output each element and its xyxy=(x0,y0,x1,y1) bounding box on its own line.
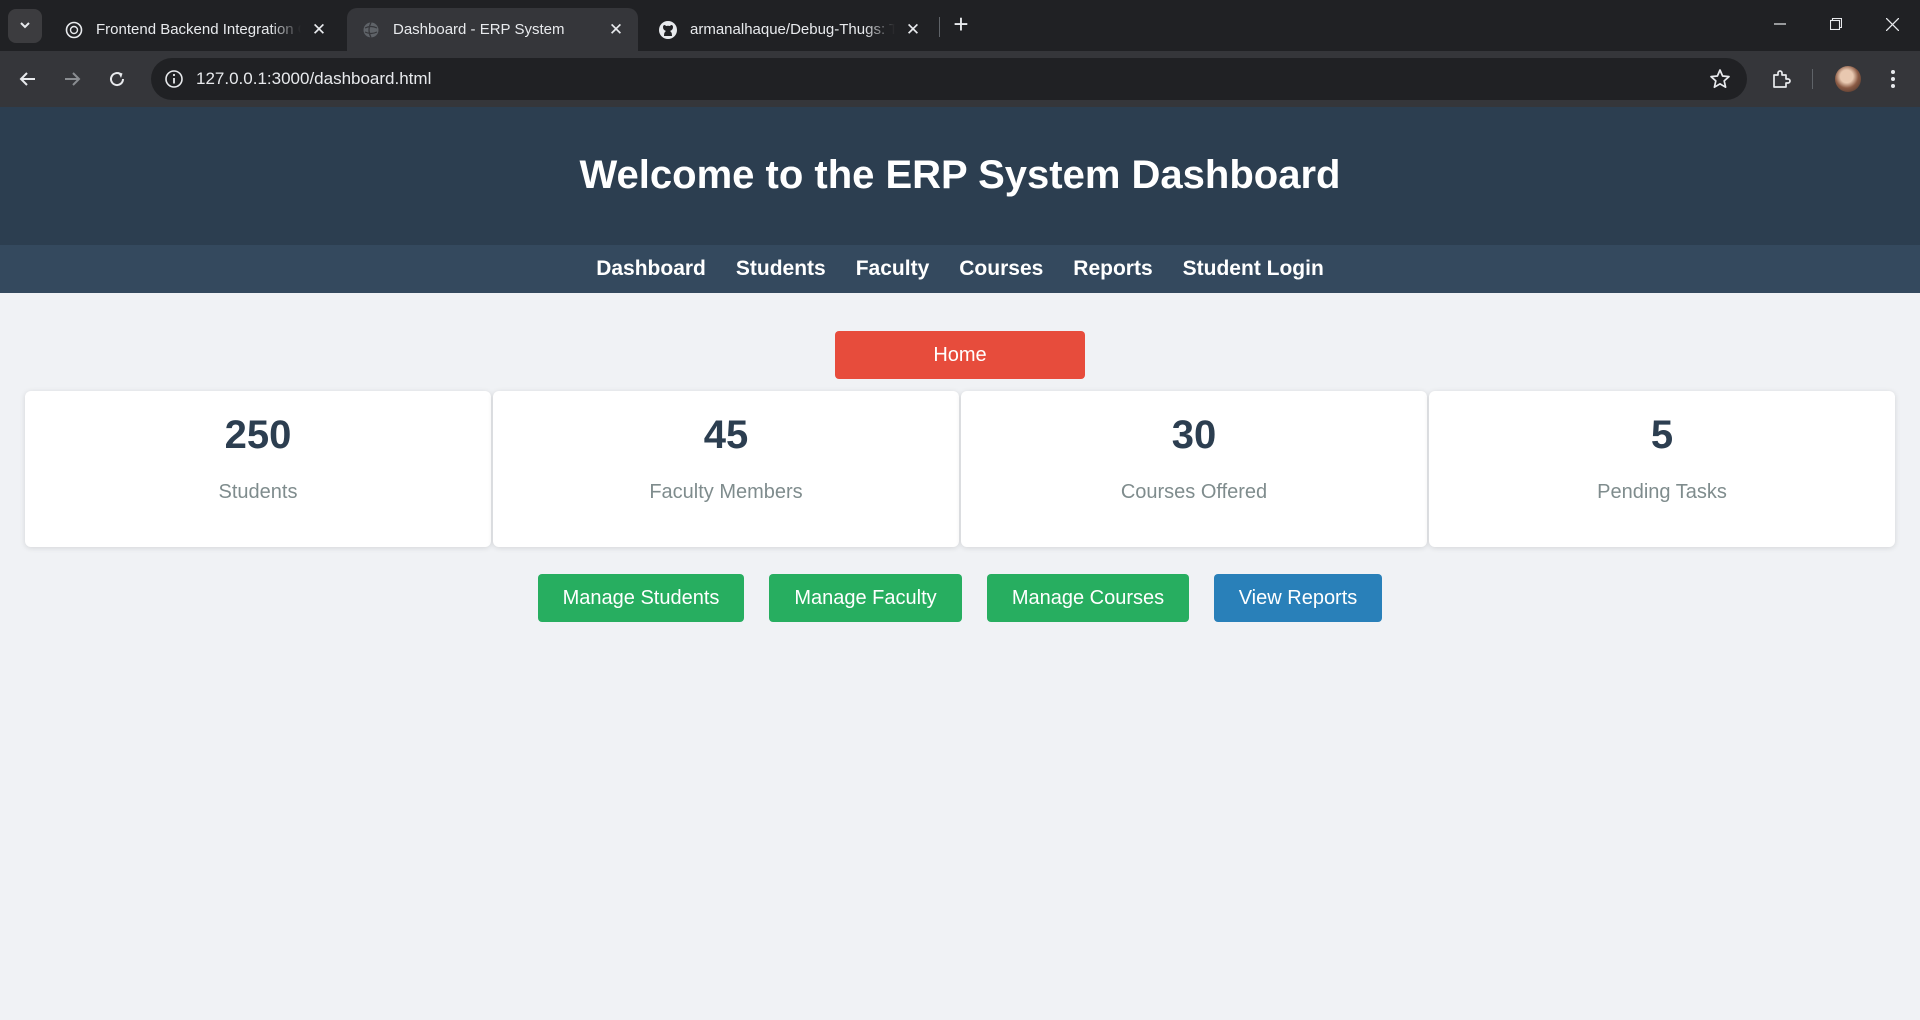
close-window-icon[interactable] xyxy=(1864,0,1920,48)
github-icon xyxy=(658,20,678,40)
toolbar-divider xyxy=(1812,69,1813,89)
chevron-down-icon xyxy=(18,18,32,35)
back-arrow-icon[interactable] xyxy=(12,63,44,95)
bookmark-star-icon[interactable] xyxy=(1709,68,1731,90)
profile-avatar[interactable] xyxy=(1835,66,1861,92)
page-title: Welcome to the ERP System Dashboard xyxy=(579,153,1341,197)
site-info-icon[interactable] xyxy=(164,69,184,89)
stat-label: Courses Offered xyxy=(1120,481,1268,503)
close-icon[interactable]: ✕ xyxy=(903,20,923,40)
stat-card-students: 250 Students xyxy=(25,391,491,547)
extensions-icon[interactable] xyxy=(1766,64,1796,94)
tab-separator xyxy=(939,17,940,37)
new-tab-button[interactable]: + xyxy=(947,11,975,39)
stat-card-courses: 30 Courses Offered xyxy=(961,391,1427,547)
page-header: Welcome to the ERP System Dashboard xyxy=(0,107,1920,245)
reload-icon[interactable] xyxy=(101,63,133,95)
manage-faculty-button[interactable]: Manage Faculty xyxy=(769,574,962,622)
restore-icon[interactable] xyxy=(1808,0,1864,48)
main-nav: Dashboard Students Faculty Courses Repor… xyxy=(0,245,1920,293)
stat-value: 5 xyxy=(1650,413,1674,457)
minimize-icon[interactable] xyxy=(1752,0,1808,48)
stat-value: 250 xyxy=(224,413,292,457)
browser-tab-active[interactable]: Dashboard - ERP System ✕ xyxy=(347,8,638,51)
tab-title: Frontend Backend Integration G xyxy=(96,21,301,38)
manage-courses-button[interactable]: Manage Courses xyxy=(987,574,1189,622)
tab-search-button[interactable] xyxy=(8,9,42,43)
forward-arrow-icon[interactable] xyxy=(56,63,88,95)
page-viewport: Welcome to the ERP System Dashboard Dash… xyxy=(0,107,1920,1020)
stat-value: 45 xyxy=(703,413,749,457)
stat-card-pending: 5 Pending Tasks xyxy=(1429,391,1895,547)
stat-label: Pending Tasks xyxy=(1597,481,1727,503)
nav-reports[interactable]: Reports xyxy=(1073,257,1152,281)
home-button[interactable]: Home xyxy=(835,331,1085,379)
nav-courses[interactable]: Courses xyxy=(959,257,1043,281)
view-reports-button[interactable]: View Reports xyxy=(1214,574,1382,622)
nav-student-login[interactable]: Student Login xyxy=(1183,257,1324,281)
stats-cards: 250 Students 45 Faculty Members 30 Cours… xyxy=(25,391,1895,547)
url-text[interactable]: 127.0.0.1:3000/dashboard.html xyxy=(196,69,431,89)
nav-students[interactable]: Students xyxy=(736,257,826,281)
browser-tab-strip: Frontend Backend Integration G ✕ Dashboa… xyxy=(0,0,1920,51)
manage-students-button[interactable]: Manage Students xyxy=(538,574,744,622)
close-icon[interactable]: ✕ xyxy=(309,20,329,40)
openai-icon xyxy=(64,20,84,40)
stat-value: 30 xyxy=(1171,413,1217,457)
more-menu-icon[interactable] xyxy=(1878,64,1908,94)
stat-label: Faculty Members xyxy=(649,481,803,503)
browser-tab[interactable]: Frontend Backend Integration G ✕ xyxy=(50,8,341,51)
nav-faculty[interactable]: Faculty xyxy=(856,257,930,281)
close-icon[interactable]: ✕ xyxy=(606,20,626,40)
tab-title: armanalhaque/Debug-Thugs: Th xyxy=(690,21,895,38)
stat-card-faculty: 45 Faculty Members xyxy=(493,391,959,547)
nav-dashboard[interactable]: Dashboard xyxy=(596,257,706,281)
globe-icon xyxy=(361,20,381,40)
browser-tab[interactable]: armanalhaque/Debug-Thugs: Th ✕ xyxy=(644,8,935,51)
tab-title: Dashboard - ERP System xyxy=(393,21,565,38)
address-bar[interactable]: 127.0.0.1:3000/dashboard.html xyxy=(151,58,1747,100)
stat-label: Students xyxy=(218,481,298,503)
